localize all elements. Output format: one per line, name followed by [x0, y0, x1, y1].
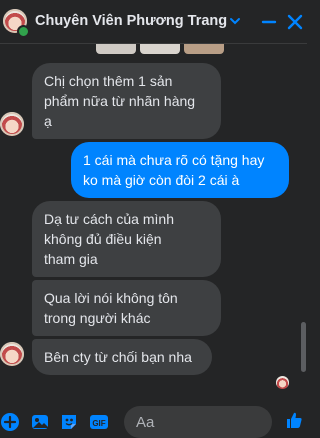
outgoing-message[interactable]: 1 cái mà chưa rõ có tặng hay ko mà giờ c…	[71, 142, 289, 198]
online-status-dot	[17, 25, 30, 38]
photo-thumb[interactable]	[184, 44, 224, 54]
sticker-icon[interactable]	[59, 412, 79, 432]
incoming-message[interactable]: Bên cty từ chối bạn nha	[32, 339, 212, 375]
chevron-down-icon[interactable]	[229, 15, 241, 27]
incoming-message[interactable]: Chị chọn thêm 1 sản phẩm nữa từ nhãn hàn…	[32, 63, 221, 139]
seen-receipt-avatar	[276, 376, 289, 389]
message-input[interactable]	[124, 406, 272, 438]
photo-thumb[interactable]	[140, 44, 180, 54]
photo-thumb[interactable]	[96, 44, 136, 54]
avatar-frame	[0, 112, 24, 136]
contact-name[interactable]: Chuyên Viên Phương Trang	[35, 13, 227, 29]
avatar-frame	[0, 342, 24, 366]
close-icon[interactable]	[285, 12, 305, 32]
minimize-icon[interactable]	[259, 12, 279, 32]
incoming-message[interactable]: Qua lời nói không tôn trong người khác	[32, 280, 221, 336]
message-list[interactable]: Chị chọn thêm 1 sản phẩm nữa từ nhãn hàn…	[0, 44, 307, 410]
gif-icon[interactable]: GIF	[89, 412, 109, 432]
scrollbar-thumb[interactable]	[301, 322, 306, 372]
image-icon[interactable]	[30, 412, 50, 432]
chat-header: Chuyên Viên Phương Trang	[0, 0, 307, 44]
plus-icon[interactable]	[0, 412, 20, 432]
like-icon[interactable]	[284, 410, 304, 430]
incoming-message[interactable]: Dạ tư cách của mình không đủ điều kiện t…	[32, 201, 221, 277]
shared-photos[interactable]	[96, 44, 226, 54]
sender-avatar[interactable]	[0, 112, 24, 136]
svg-text:GIF: GIF	[92, 419, 105, 428]
sender-avatar[interactable]	[0, 342, 24, 366]
